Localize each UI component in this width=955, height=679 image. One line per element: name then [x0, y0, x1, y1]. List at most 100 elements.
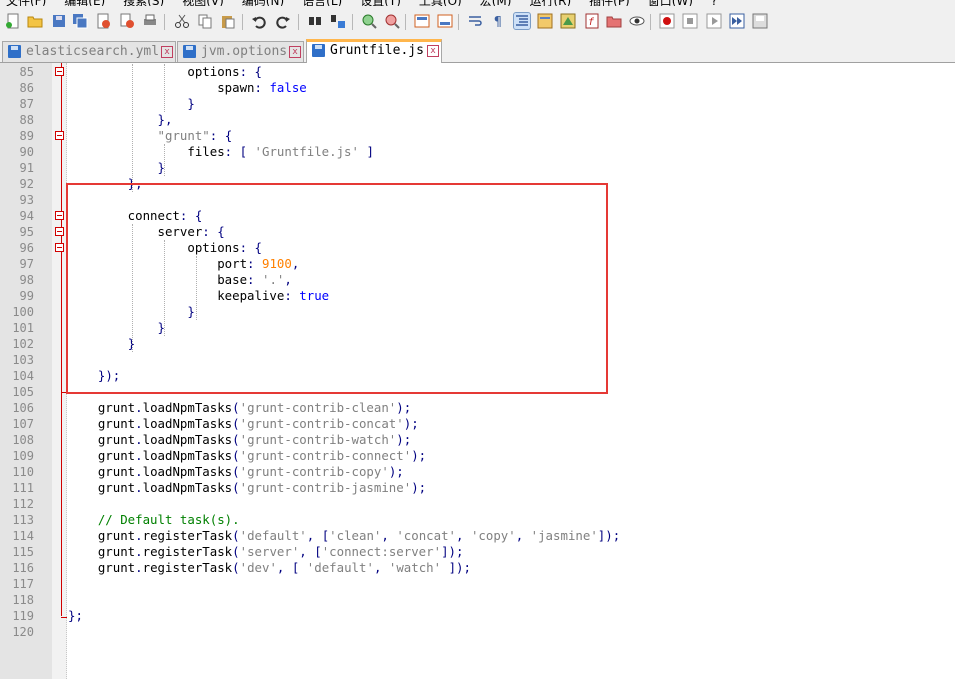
open-file-icon[interactable] [27, 13, 43, 29]
code-line[interactable]: 91 } [0, 160, 955, 176]
zoom-in-icon[interactable] [361, 13, 377, 29]
fold-toggle-icon[interactable] [55, 67, 64, 76]
record-macro-icon[interactable] [659, 13, 675, 29]
monitor-icon[interactable] [629, 13, 645, 29]
new-file-icon[interactable] [5, 13, 21, 29]
tab-elasticsearch-yml[interactable]: elasticsearch.yml x [2, 41, 176, 62]
code-text[interactable]: grunt.loadNpmTasks('grunt-contrib-clean'… [68, 400, 411, 416]
fold-toggle-icon[interactable] [55, 243, 64, 252]
line-number: 92 [19, 177, 34, 191]
toolbar-separator [405, 14, 406, 30]
code-text[interactable]: }, [68, 112, 173, 128]
code-line[interactable]: 88 }, [0, 112, 955, 128]
function-list-icon[interactable]: f [584, 13, 600, 29]
line-number: 103 [12, 353, 34, 367]
code-text[interactable]: grunt.loadNpmTasks('grunt-contrib-watch'… [68, 432, 411, 448]
code-text[interactable]: grunt.registerTask('default', ['clean', … [68, 528, 620, 544]
line-number: 87 [19, 97, 34, 111]
doc-map-icon[interactable] [560, 13, 576, 29]
code-line[interactable]: 86 spawn: false [0, 80, 955, 96]
line-number: 110 [12, 465, 34, 479]
code-line[interactable]: 85 options: { [0, 64, 955, 80]
play-macro-icon[interactable] [706, 13, 722, 29]
tab-jvm-options[interactable]: jvm.options x [177, 41, 304, 62]
save-state-icon [183, 45, 196, 58]
copy-icon[interactable] [197, 13, 213, 29]
code-text[interactable]: grunt.registerTask('server', ['connect:s… [68, 544, 464, 560]
line-number: 97 [19, 257, 34, 271]
code-line[interactable]: 111 grunt.loadNpmTasks('grunt-contrib-ja… [0, 480, 955, 496]
toolbar-separator [352, 14, 353, 30]
line-number: 95 [19, 225, 34, 239]
line-number: 116 [12, 561, 34, 575]
code-line[interactable]: 120 [0, 624, 955, 640]
cut-icon[interactable] [174, 13, 190, 29]
indent-guide [164, 64, 165, 112]
code-text[interactable]: "grunt": { [68, 128, 233, 144]
close-tab-icon[interactable]: x [427, 45, 439, 57]
code-text[interactable]: grunt.loadNpmTasks('grunt-contrib-connec… [68, 448, 426, 464]
language-icon[interactable] [537, 13, 553, 29]
close-icon[interactable] [95, 13, 111, 29]
save-all-icon[interactable] [72, 13, 88, 29]
code-text[interactable]: files: [ 'Gruntfile.js' ] [68, 144, 374, 160]
indent-guide-icon[interactable] [513, 12, 531, 30]
sync-horizontal-icon[interactable] [437, 13, 453, 29]
code-text[interactable]: spawn: false [68, 80, 307, 96]
close-all-icon[interactable] [119, 13, 135, 29]
tab-label: jvm.options [201, 44, 288, 59]
toolbar: ¶ f [0, 6, 955, 38]
zoom-out-icon[interactable] [384, 13, 400, 29]
fold-toggle-icon[interactable] [55, 211, 64, 220]
line-number: 94 [19, 209, 34, 223]
code-text[interactable]: }; [68, 608, 83, 624]
code-text[interactable]: } [68, 160, 165, 176]
fold-toggle-icon[interactable] [55, 131, 64, 140]
word-wrap-icon[interactable] [467, 13, 483, 29]
line-number: 106 [12, 401, 34, 415]
code-line[interactable]: 116 grunt.registerTask('dev', [ 'default… [0, 560, 955, 576]
stop-record-icon[interactable] [682, 13, 698, 29]
code-text[interactable]: grunt.loadNpmTasks('grunt-contrib-copy')… [68, 464, 404, 480]
close-tab-icon[interactable]: x [289, 46, 301, 58]
show-all-chars-icon[interactable]: ¶ [490, 13, 506, 29]
code-line[interactable]: 110 grunt.loadNpmTasks('grunt-contrib-co… [0, 464, 955, 480]
code-line[interactable]: 107 grunt.loadNpmTasks('grunt-contrib-co… [0, 416, 955, 432]
code-line[interactable]: 108 grunt.loadNpmTasks('grunt-contrib-wa… [0, 432, 955, 448]
code-line[interactable]: 114 grunt.registerTask('default', ['clea… [0, 528, 955, 544]
line-number: 101 [12, 321, 34, 335]
line-number: 118 [12, 593, 34, 607]
code-line[interactable]: 90 files: [ 'Gruntfile.js' ] [0, 144, 955, 160]
code-text[interactable]: grunt.loadNpmTasks('grunt-contrib-concat… [68, 416, 419, 432]
code-line[interactable]: 106 grunt.loadNpmTasks('grunt-contrib-cl… [0, 400, 955, 416]
code-line[interactable]: 89 "grunt": { [0, 128, 955, 144]
save-icon[interactable] [51, 13, 67, 29]
save-macro-icon[interactable] [752, 13, 768, 29]
sync-vertical-icon[interactable] [414, 13, 430, 29]
code-text[interactable]: grunt.loadNpmTasks('grunt-contrib-jasmin… [68, 480, 426, 496]
redo-icon[interactable] [275, 13, 291, 29]
fold-toggle-icon[interactable] [55, 227, 64, 236]
code-line[interactable]: 112 [0, 496, 955, 512]
toolbar-separator [458, 14, 459, 30]
code-line[interactable]: 113 // Default task(s). [0, 512, 955, 528]
code-line[interactable]: 117 [0, 576, 955, 592]
code-line[interactable]: 87 } [0, 96, 955, 112]
folder-workspace-icon[interactable] [606, 13, 622, 29]
code-text[interactable]: // Default task(s). [68, 512, 240, 528]
replace-icon[interactable] [330, 13, 346, 29]
code-line[interactable]: 118 [0, 592, 955, 608]
line-number: 107 [12, 417, 34, 431]
code-text[interactable]: grunt.registerTask('dev', [ 'default', '… [68, 560, 471, 576]
code-line[interactable]: 109 grunt.loadNpmTasks('grunt-contrib-co… [0, 448, 955, 464]
indent-guide [164, 144, 165, 176]
code-line[interactable]: 115 grunt.registerTask('server', ['conne… [0, 544, 955, 560]
run-multiple-macro-icon[interactable] [729, 13, 745, 29]
tab-gruntfile-js[interactable]: Gruntfile.js x [306, 39, 442, 63]
code-line[interactable]: 119}; [0, 608, 955, 624]
paste-icon[interactable] [220, 13, 236, 29]
find-icon[interactable] [307, 13, 323, 29]
close-tab-icon[interactable]: x [161, 46, 173, 58]
print-icon[interactable] [142, 13, 158, 29]
undo-icon[interactable] [251, 13, 267, 29]
